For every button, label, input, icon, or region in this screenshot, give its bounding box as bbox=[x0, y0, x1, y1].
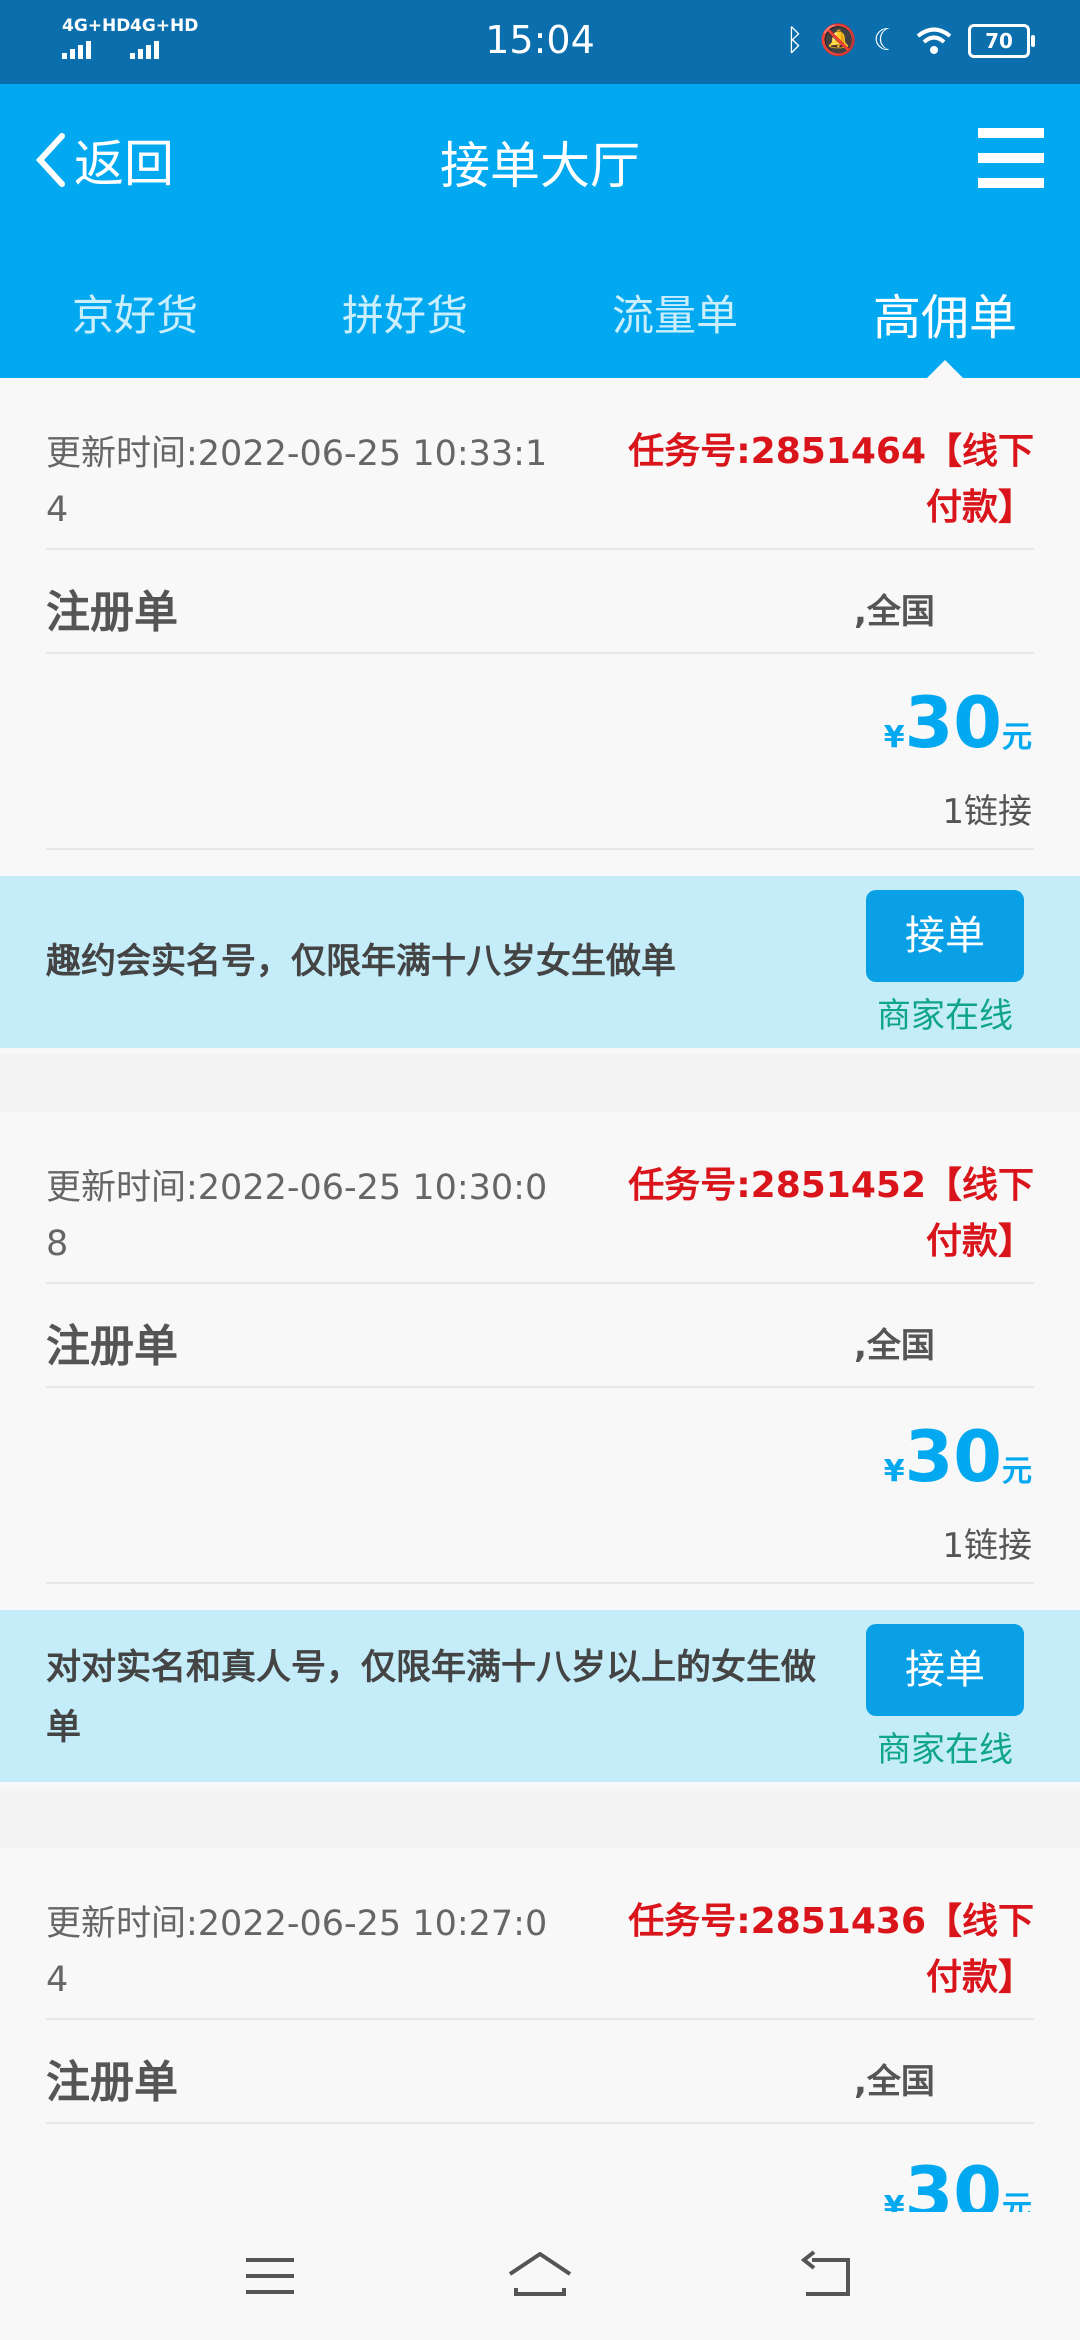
accept-order-button[interactable]: 接单 bbox=[866, 890, 1024, 982]
battery-icon: 70 bbox=[968, 24, 1035, 58]
currency-symbol: ¥ bbox=[883, 2190, 905, 2212]
wifi-icon bbox=[916, 27, 952, 54]
accept-order-button[interactable]: 接单 bbox=[866, 1624, 1024, 1716]
tab-gaoyongdan[interactable]: 高佣单 bbox=[810, 270, 1080, 378]
merchant-online-status: 商家在线 bbox=[877, 1730, 1013, 1770]
mute-icon: 🔕 bbox=[819, 23, 858, 58]
task-card: 更新时间:2022-06-25 10:27:04 任务号:2851436【线下付… bbox=[0, 1848, 1080, 2212]
task-number: 任务号:2851452【线下付款】 bbox=[628, 1165, 1034, 1262]
currency-symbol: ¥ bbox=[883, 720, 905, 755]
task-type: 注册单 bbox=[46, 1321, 178, 1372]
link-count: 1链接 bbox=[942, 792, 1032, 832]
currency-symbol: ¥ bbox=[883, 1454, 905, 1489]
merchant-online-status: 商家在线 bbox=[877, 996, 1013, 1036]
tab-liuliangdan[interactable]: 流量单 bbox=[540, 270, 810, 378]
price-value: 30 bbox=[904, 682, 1002, 764]
task-note-bar: 趣约会实名号，仅限年满十八岁女生做单 接单 商家在线 bbox=[0, 876, 1080, 1048]
tab-jinghaohuo[interactable]: 京好货 bbox=[0, 270, 270, 378]
task-region: ,全国 bbox=[854, 592, 935, 632]
task-card: 更新时间:2022-06-25 10:33:14 任务号:2851464【线下付… bbox=[0, 378, 1080, 1054]
task-price: ¥30元 bbox=[884, 2152, 1032, 2212]
task-region: ,全国 bbox=[854, 1326, 935, 1366]
task-note: 趣约会实名号，仅限年满十八岁女生做单 bbox=[46, 942, 677, 982]
recent-apps-icon[interactable] bbox=[240, 2248, 300, 2304]
tab-bar: 京好货 拼好货 流量单 高佣单 bbox=[0, 270, 1080, 378]
update-time: 更新时间:2022-06-25 10:30:08 bbox=[46, 1168, 548, 1264]
update-time: 更新时间:2022-06-25 10:27:04 bbox=[46, 1904, 548, 2000]
task-price: ¥30元 bbox=[884, 682, 1032, 764]
back-icon[interactable] bbox=[796, 2248, 856, 2304]
tab-pinhaohuo[interactable]: 拼好货 bbox=[270, 270, 540, 378]
task-number: 任务号:2851464【线下付款】 bbox=[628, 431, 1034, 528]
task-note: 对对实名和真人号，仅限年满十八岁以上的女生做单 bbox=[46, 1648, 817, 1748]
status-bar: 4G+HD 4G+HD 15:04 ᛒ 🔕 ☾ 70 bbox=[0, 0, 1080, 84]
task-type: 注册单 bbox=[46, 2057, 178, 2108]
app-header: 返回 接单大厅 京好货 拼好货 流量单 高佣单 bbox=[0, 84, 1080, 378]
task-price: ¥30元 bbox=[884, 1416, 1032, 1498]
price-unit: 元 bbox=[1002, 2190, 1032, 2212]
hamburger-menu-icon[interactable] bbox=[978, 128, 1044, 188]
task-card: 更新时间:2022-06-25 10:30:08 任务号:2851452【线下付… bbox=[0, 1112, 1080, 1788]
price-unit: 元 bbox=[1002, 1454, 1032, 1489]
task-number: 任务号:2851436【线下付款】 bbox=[628, 1901, 1034, 1998]
price-unit: 元 bbox=[1002, 720, 1032, 755]
price-value: 30 bbox=[904, 2152, 1002, 2212]
bluetooth-icon: ᛒ bbox=[785, 23, 804, 58]
link-count: 1链接 bbox=[942, 1526, 1032, 1566]
price-value: 30 bbox=[904, 1416, 1002, 1498]
home-icon[interactable] bbox=[506, 2248, 574, 2304]
task-note-bar: 对对实名和真人号，仅限年满十八岁以上的女生做单 接单 商家在线 bbox=[0, 1610, 1080, 1782]
task-region: ,全国 bbox=[854, 2062, 935, 2102]
update-time: 更新时间:2022-06-25 10:33:14 bbox=[46, 434, 548, 530]
task-type: 注册单 bbox=[46, 587, 178, 638]
moon-icon: ☾ bbox=[873, 23, 900, 58]
system-nav-bar bbox=[0, 2212, 1080, 2340]
page-title: 接单大厅 bbox=[440, 137, 640, 195]
status-icons: ᛒ 🔕 ☾ 70 bbox=[785, 23, 1035, 58]
